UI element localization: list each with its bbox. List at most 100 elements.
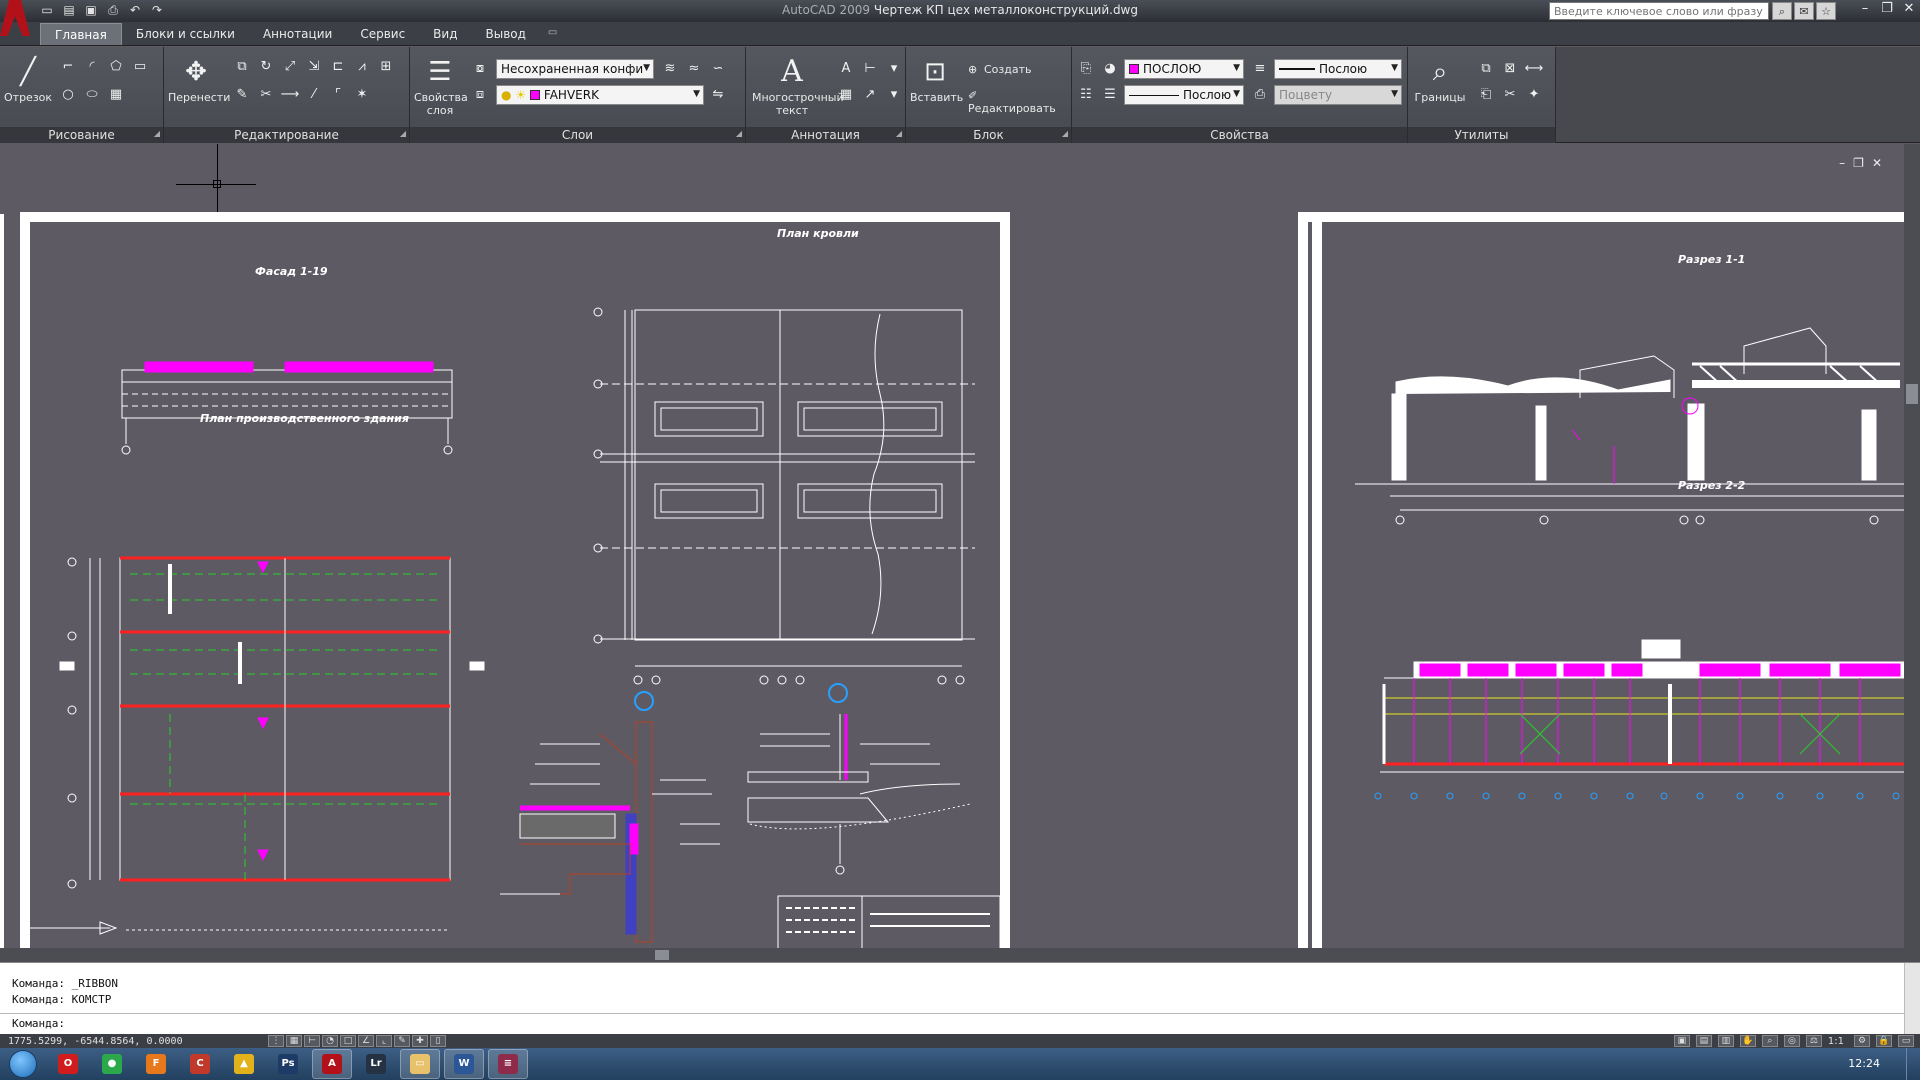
annotation-scale-value[interactable]: 1:1 bbox=[1828, 1036, 1844, 1047]
communication-icon[interactable]: ✉ bbox=[1794, 2, 1814, 20]
taskbar-ccleaner-button[interactable]: C bbox=[180, 1049, 220, 1079]
drawing-area[interactable]: – ❐ ✕ Фасад 1-19 План производственного … bbox=[0, 144, 1904, 948]
mtext-button[interactable]: A Многострочный текст bbox=[752, 55, 844, 118]
lineweight-icon[interactable]: ≡ bbox=[1250, 59, 1270, 79]
quick-view-icon[interactable]: ▥ bbox=[1717, 1035, 1734, 1047]
polyline-icon[interactable]: ⌐ bbox=[58, 57, 78, 77]
grid-icon[interactable]: ▦ bbox=[286, 1035, 302, 1047]
color-combo[interactable]: ПОСЛОЮ ▼ bbox=[1124, 59, 1244, 79]
extend-icon[interactable]: ⟶ bbox=[280, 85, 300, 105]
ortho-icon[interactable]: ⊢ bbox=[304, 1035, 320, 1047]
expand-icon[interactable]: ◢ bbox=[154, 126, 160, 142]
favorites-icon[interactable]: ☆ bbox=[1816, 2, 1836, 20]
color-wheel-icon[interactable]: ◕ bbox=[1100, 59, 1120, 79]
scale-icon[interactable]: ⤢ bbox=[280, 57, 300, 77]
leader-icon[interactable]: ↗ bbox=[860, 85, 880, 105]
layer-walk-icon[interactable]: ⇋ bbox=[708, 85, 728, 105]
command-input[interactable]: Команда: bbox=[0, 1013, 1904, 1031]
taskbar-photoshop-button[interactable]: Ps bbox=[268, 1049, 308, 1079]
layer-iso-icon[interactable]: ≈ bbox=[684, 59, 704, 79]
taskbar-browser-green-button[interactable]: ● bbox=[92, 1049, 132, 1079]
layer-match-icon[interactable]: ≋ bbox=[660, 59, 680, 79]
search-icon[interactable]: ⌕ bbox=[1772, 2, 1792, 20]
match-properties-icon[interactable]: ⎘ bbox=[1076, 59, 1096, 79]
otrack-icon[interactable]: ∠ bbox=[358, 1035, 374, 1047]
osnap-icon[interactable]: □ bbox=[340, 1035, 356, 1047]
taskbar-opera-button[interactable]: O bbox=[48, 1049, 88, 1079]
insert-button[interactable]: ⊡ Вставить bbox=[910, 55, 963, 104]
taskbar-firefox-button[interactable]: F bbox=[136, 1049, 176, 1079]
command-scrollbar[interactable] bbox=[1904, 963, 1920, 1035]
tab-blocks[interactable]: Блоки и ссылки bbox=[122, 23, 249, 45]
hatch-icon[interactable]: ▦ bbox=[106, 85, 126, 105]
zoom-status-icon[interactable]: ⌕ bbox=[1761, 1035, 1778, 1047]
tab-annotate[interactable]: Аннотации bbox=[249, 23, 346, 45]
mirror-icon[interactable]: ⩘ bbox=[352, 57, 372, 77]
taskbar-autocad-button[interactable]: A bbox=[312, 1049, 352, 1079]
erase-icon[interactable]: ✎ bbox=[232, 85, 252, 105]
taskbar-winrar-button[interactable]: ≡ bbox=[488, 1049, 528, 1079]
polygon-icon[interactable]: ⬠ bbox=[106, 57, 126, 77]
expand-icon[interactable]: ◢ bbox=[896, 126, 902, 142]
circle-icon[interactable]: ○ bbox=[58, 85, 78, 105]
snap-icon[interactable]: ⋮ bbox=[268, 1035, 284, 1047]
dyn-icon[interactable]: ✎ bbox=[394, 1035, 410, 1047]
layer-state-combo[interactable]: Несохраненная конфи ▼ bbox=[496, 59, 654, 79]
quick-select-icon[interactable]: ⊠ bbox=[1500, 59, 1520, 79]
rectangle-icon[interactable]: ▭ bbox=[130, 57, 150, 77]
create-block-button[interactable]: ⊕ Создать bbox=[968, 63, 1032, 76]
workspace-icon[interactable]: ⚙ bbox=[1854, 1035, 1870, 1047]
search-input[interactable] bbox=[1549, 2, 1769, 20]
clean-screen-icon[interactable]: ▭ bbox=[1898, 1035, 1914, 1047]
ribbon-minimize-icon[interactable]: ▭ bbox=[540, 23, 565, 45]
explode-icon[interactable]: ✶ bbox=[352, 85, 372, 105]
dim-dropdown-icon[interactable]: ▾ bbox=[884, 59, 904, 79]
trim-icon[interactable]: ✂ bbox=[256, 85, 276, 105]
linetype-icon[interactable]: ☰ bbox=[1100, 85, 1120, 105]
scroll-thumb[interactable] bbox=[1906, 384, 1918, 404]
edit-block-button[interactable]: ✐Редактировать bbox=[968, 89, 1071, 115]
taskbar-explorer-button[interactable]: ▭ bbox=[400, 1049, 440, 1079]
layer-previous-icon[interactable]: ⧈ bbox=[470, 85, 490, 105]
model-icon[interactable]: ▣ bbox=[1673, 1035, 1690, 1047]
array-icon[interactable]: ⊞ bbox=[376, 57, 396, 77]
expand-icon[interactable]: ◢ bbox=[400, 126, 406, 142]
steering-wheel-icon[interactable]: ◎ bbox=[1783, 1035, 1800, 1047]
annotation-scale-icon[interactable]: ⚖ bbox=[1805, 1035, 1822, 1047]
ducs-icon[interactable]: ⌞ bbox=[376, 1035, 392, 1047]
zoom-extents-button[interactable]: ⌕ Границы bbox=[1412, 55, 1468, 104]
layer-off-icon[interactable]: ∽ bbox=[708, 59, 728, 79]
expand-icon[interactable]: ◢ bbox=[1062, 126, 1068, 142]
tab-view[interactable]: Вид bbox=[419, 23, 471, 45]
layout-icon[interactable]: ▤ bbox=[1695, 1035, 1712, 1047]
move-button[interactable]: ✥ Перенести bbox=[168, 55, 230, 104]
layer-properties-button[interactable]: ☰ Свойства слоя bbox=[414, 55, 468, 117]
horizontal-scrollbar[interactable] bbox=[0, 948, 1920, 962]
close-icon[interactable]: ✕ bbox=[1902, 1, 1916, 16]
taskbar-word-button[interactable]: W bbox=[444, 1049, 484, 1079]
id-point-icon[interactable]: ✦ bbox=[1524, 85, 1544, 105]
paste-icon[interactable]: ⎗ bbox=[1476, 85, 1496, 105]
vertical-scrollbar[interactable] bbox=[1904, 144, 1920, 948]
tab-home[interactable]: Главная bbox=[40, 23, 122, 45]
taskbar-triangle-app-button[interactable]: ▲ bbox=[224, 1049, 264, 1079]
measure-icon[interactable]: ⟷ bbox=[1524, 59, 1544, 79]
quick-properties-icon[interactable]: ▯ bbox=[430, 1035, 446, 1047]
lineweight-combo[interactable]: Послою ▼ bbox=[1274, 59, 1402, 79]
copy-icon[interactable]: ⧉ bbox=[232, 57, 252, 77]
pan-icon[interactable]: ✋ bbox=[1739, 1035, 1756, 1047]
layer-combo[interactable]: ● ☀ FAHVERK ▼ bbox=[496, 85, 704, 105]
layer-state-icon[interactable]: ⧇ bbox=[470, 59, 490, 79]
minimize-icon[interactable]: – bbox=[1858, 1, 1872, 16]
taskbar-lightroom-button[interactable]: Lr bbox=[356, 1049, 396, 1079]
expand-icon[interactable]: ◢ bbox=[736, 126, 742, 142]
arc-icon[interactable]: ◜ bbox=[82, 57, 102, 77]
rotate-icon[interactable]: ↻ bbox=[256, 57, 276, 77]
restore-icon[interactable]: ❐ bbox=[1880, 1, 1894, 16]
tab-tools[interactable]: Сервис bbox=[346, 23, 419, 45]
polar-icon[interactable]: ◔ bbox=[322, 1035, 338, 1047]
dimension-icon[interactable]: ⊢ bbox=[860, 59, 880, 79]
stretch-icon[interactable]: ⇲ bbox=[304, 57, 324, 77]
tab-output[interactable]: Вывод bbox=[472, 23, 540, 45]
lock-icon[interactable]: 🔒 bbox=[1876, 1035, 1892, 1047]
